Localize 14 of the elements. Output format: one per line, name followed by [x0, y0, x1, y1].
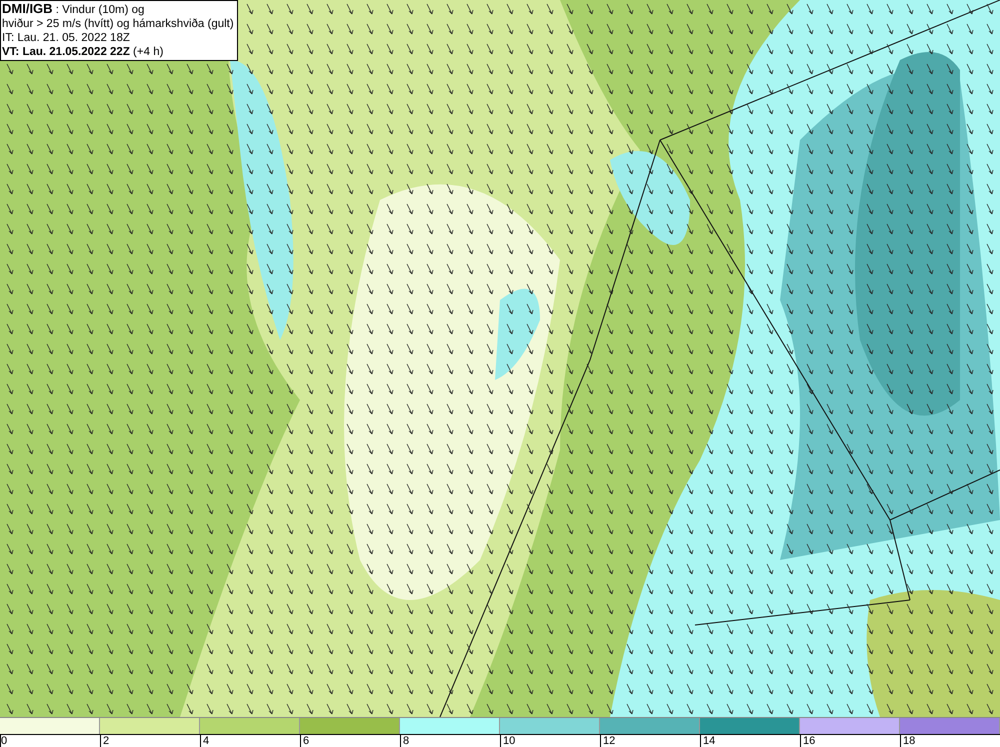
- tick-label: 18: [903, 735, 916, 747]
- tick-label: 14: [703, 735, 716, 747]
- tick-label: 10: [503, 735, 516, 747]
- tick-label: 6: [303, 735, 310, 747]
- legend-text: hviður > 25 m/s (hvítt) og hámarkshviða (gult): [2, 17, 234, 31]
- legend-text: DMI/IGB : Vindur (10m) og: [2, 2, 146, 17]
- tick-label: 2: [103, 735, 110, 747]
- tick-label: 12: [603, 735, 616, 747]
- legend-text: VT: Lau. 21.05.2022 22Z (+4 h): [2, 45, 164, 59]
- tick-label: 0: [1, 735, 8, 747]
- tick-label: 4: [203, 735, 210, 747]
- tick-label: 8: [403, 735, 410, 747]
- tick-label: 16: [803, 735, 816, 747]
- legend-text: IT: Lau. 21. 05. 2022 18Z: [2, 31, 131, 45]
